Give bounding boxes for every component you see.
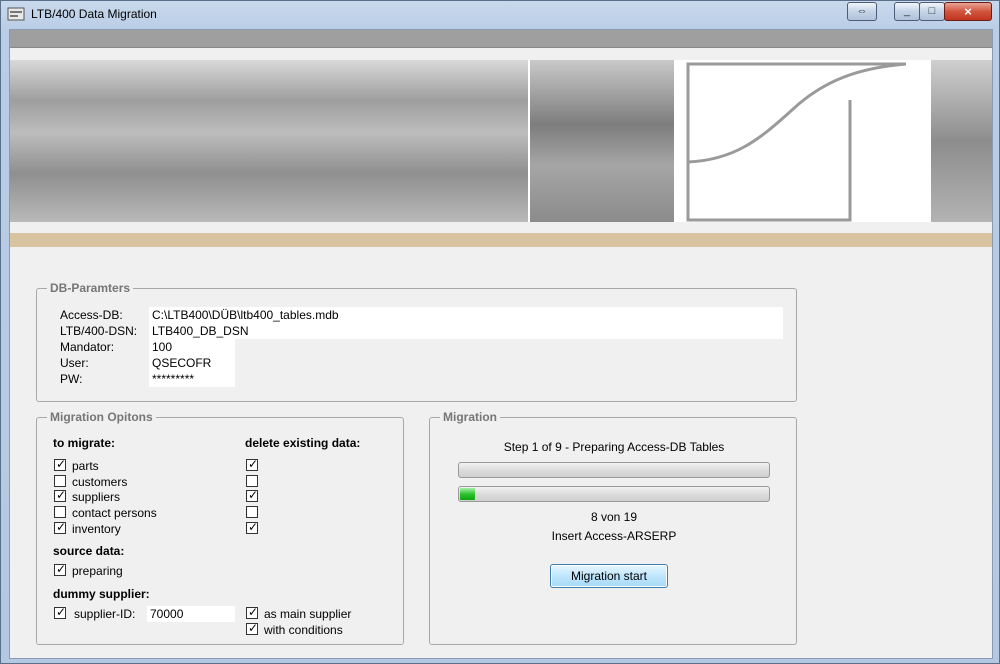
delete-parts-checkbox[interactable]: ✓ [246, 457, 259, 471]
record-count-text: 8 von 19 [590, 510, 638, 524]
dummy-supplier-heading: dummy supplier: [53, 587, 150, 601]
delete-inventory-checkbox[interactable]: ✓ [246, 520, 259, 534]
migration-group: Migration Step 1 of 9 - Preparing Access… [429, 410, 797, 645]
current-table-text: Insert Access-ARSERP [551, 529, 677, 543]
check-icon: ✓ [55, 457, 67, 471]
check-icon: ✓ [247, 605, 259, 619]
check-icon: ✓ [55, 562, 67, 576]
mandator-label: Mandator: [60, 340, 115, 354]
check-icon: ✓ [55, 488, 67, 502]
app-icon [7, 7, 25, 21]
migrate-parts-label: parts [72, 459, 99, 473]
pw-field[interactable]: ********* [149, 371, 235, 387]
migration-start-button[interactable]: Migration start [550, 564, 668, 588]
delete-contact-persons-checkbox[interactable] [246, 506, 258, 518]
migrate-suppliers-label: suppliers [72, 490, 121, 504]
migrate-customers-checkbox[interactable] [54, 475, 66, 487]
migrate-contact-persons-checkbox[interactable] [54, 506, 66, 518]
client-area: DB-Paramters Access-DB: C:\LTB400\DÜB\lt… [9, 29, 993, 659]
aircraft-photo [530, 60, 674, 222]
source-data-heading: source data: [53, 544, 125, 558]
preparing-checkbox[interactable]: ✓ [54, 562, 67, 576]
delete-existing-heading: delete existing data: [245, 436, 361, 450]
db-parameters-group: DB-Paramters Access-DB: C:\LTB400\DÜB\lt… [36, 281, 797, 402]
title-bar[interactable]: LTB/400 Data Migration ⇔ _ □ × [1, 1, 999, 27]
mandator-field[interactable]: 100 [149, 339, 235, 355]
window-title: LTB/400 Data Migration [31, 7, 157, 21]
app-window: LTB/400 Data Migration ⇔ _ □ × DB-Paramt… [0, 0, 1000, 664]
check-icon: ✓ [247, 520, 259, 534]
supplier-id-checkbox[interactable]: ✓ [54, 605, 67, 619]
db-parameters-legend: DB-Paramters [47, 281, 134, 295]
check-icon: ✓ [55, 520, 67, 534]
pw-label: PW: [60, 372, 83, 386]
close-button[interactable]: × [944, 2, 992, 21]
hangar-photo [10, 60, 528, 222]
with-conditions-label: with conditions [264, 623, 343, 637]
migrate-parts-checkbox[interactable]: ✓ [54, 457, 67, 471]
preparing-label: preparing [72, 564, 123, 578]
migration-legend: Migration [440, 410, 500, 424]
migration-options-legend: Migration Opitons [47, 410, 156, 424]
step-status-text: Step 1 of 9 - Preparing Access-DB Tables [503, 440, 725, 454]
migrate-inventory-checkbox[interactable]: ✓ [54, 520, 67, 534]
company-logo [686, 62, 907, 222]
equipment-photo [931, 60, 992, 222]
migrate-contact-persons-label: contact persons [72, 506, 157, 520]
to-migrate-heading: to migrate: [53, 436, 116, 450]
migrate-customers-label: customers [72, 475, 128, 489]
delete-customers-checkbox[interactable] [246, 475, 258, 487]
supplier-id-field[interactable]: 70000 [147, 606, 235, 622]
banner-accent-bar [10, 233, 992, 247]
check-icon: ✓ [247, 488, 259, 502]
maximize-button[interactable]: □ [919, 2, 945, 21]
resize-toggle-button[interactable]: ⇔ [847, 2, 877, 21]
check-icon: ✓ [247, 621, 259, 635]
table-progress-bar [458, 486, 770, 502]
user-label: User: [60, 356, 89, 370]
check-icon: ✓ [55, 605, 67, 619]
dsn-field[interactable]: LTB400_DB_DSN [149, 323, 783, 339]
header-banner [10, 60, 992, 222]
with-conditions-checkbox[interactable]: ✓ [246, 621, 259, 635]
table-progress-fill [460, 488, 475, 500]
access-db-field[interactable]: C:\LTB400\DÜB\ltb400_tables.mdb [149, 307, 783, 323]
migrate-suppliers-checkbox[interactable]: ✓ [54, 488, 67, 502]
overall-progress-bar [458, 462, 770, 478]
dsn-label: LTB/400-DSN: [60, 324, 138, 338]
main-supplier-checkbox[interactable]: ✓ [246, 605, 259, 619]
migration-options-group: Migration Opitons to migrate: delete exi… [36, 410, 404, 645]
check-icon: ✓ [247, 457, 259, 471]
main-supplier-label: as main supplier [264, 607, 352, 621]
minimize-button[interactable]: _ [894, 2, 920, 21]
delete-suppliers-checkbox[interactable]: ✓ [246, 488, 259, 502]
migrate-inventory-label: inventory [72, 522, 121, 536]
user-field[interactable]: QSECOFR [149, 355, 235, 371]
supplier-id-label: supplier-ID: [74, 607, 136, 621]
access-db-label: Access-DB: [60, 308, 123, 322]
banner-top-strip [10, 30, 992, 48]
